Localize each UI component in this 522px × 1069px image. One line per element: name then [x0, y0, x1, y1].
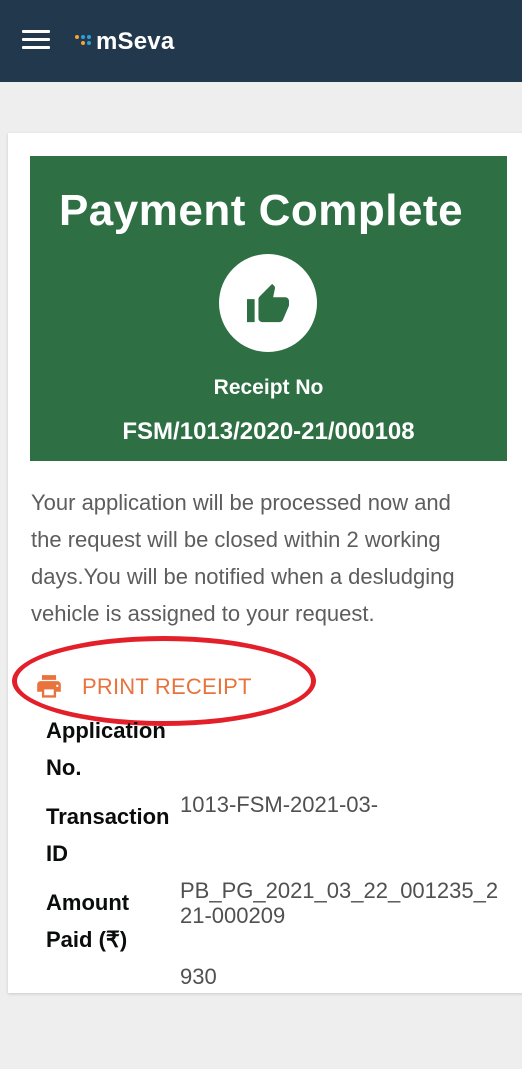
- thumbs-up-icon: [247, 283, 289, 323]
- app-name: mSeva: [96, 28, 175, 55]
- mseva-dots-logo-icon: [75, 35, 91, 45]
- receipt-label: Receipt No: [213, 376, 324, 399]
- amount-paid-label: Amount Paid (₹): [46, 890, 130, 952]
- message-line: Your application will be processed now a…: [31, 490, 451, 515]
- printer-icon: [37, 675, 61, 698]
- print-receipt-label: PRINT RECEIPT: [82, 674, 252, 699]
- top-app-bar: mSeva: [0, 0, 522, 82]
- app-logo[interactable]: mSeva: [74, 27, 174, 57]
- transaction-id-value: PB_PG_2021_03_22_001235_2: [180, 878, 499, 903]
- confirmation-message: Your application will be processed now a…: [31, 484, 505, 632]
- transaction-id-label: Transaction ID: [46, 804, 170, 866]
- amount-paid-value: 930: [180, 964, 217, 989]
- message-line: days.You will be notified when a desludg…: [31, 564, 455, 589]
- application-no-label: Application No.: [46, 718, 166, 780]
- message-line: the request will be closed within 2 work…: [31, 527, 441, 552]
- receipt-number: FSM/1013/2020-21/000108: [122, 418, 415, 445]
- hamburger-menu-icon[interactable]: [22, 30, 50, 52]
- thumbs-up-badge: [219, 254, 317, 352]
- message-line: vehicle is assigned to your request.: [31, 601, 375, 626]
- print-receipt-button[interactable]: PRINT RECEIPT: [34, 672, 252, 702]
- banner-title: Payment Complete: [58, 186, 464, 235]
